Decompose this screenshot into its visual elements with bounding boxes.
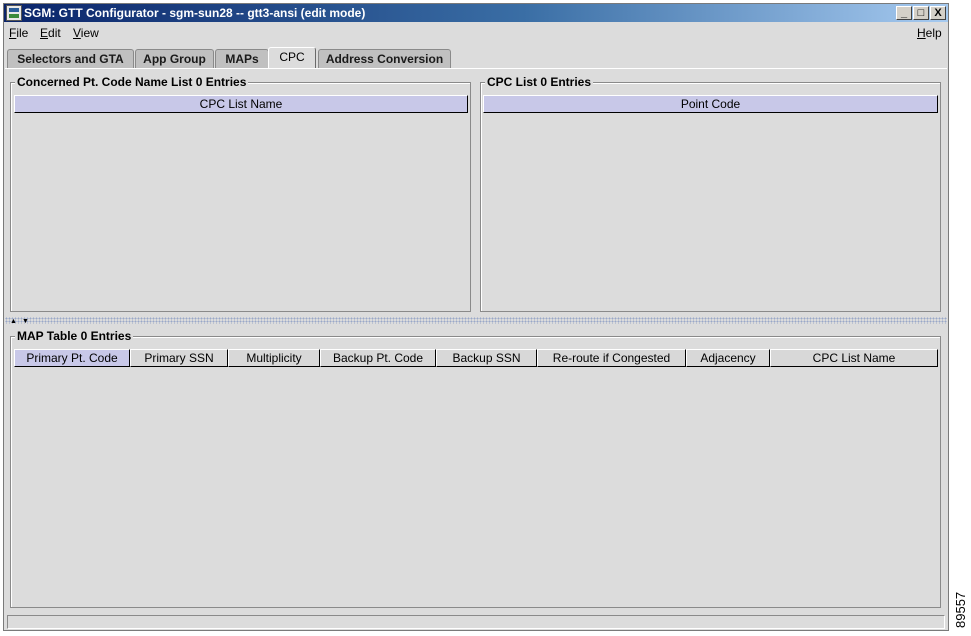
menu-file-label: ile — [16, 26, 29, 40]
tab-cpc[interactable]: CPC — [268, 47, 316, 69]
split-up-arrow-icon[interactable]: ▲ — [10, 318, 17, 325]
tab-maps[interactable]: MAPs — [215, 49, 269, 68]
tab-selectors-and-gta[interactable]: Selectors and GTA — [7, 49, 134, 68]
tab-address-conversion[interactable]: Address Conversion — [318, 49, 451, 68]
tab-app-group[interactable]: App Group — [135, 49, 214, 68]
menu-view-mnemonic: V — [73, 26, 81, 40]
map-table-header: Primary Pt. Code Primary SSN Multiplicit… — [14, 349, 938, 367]
menu-view-label: iew — [80, 26, 99, 40]
cpc-list-title: CPC List 0 Entries — [485, 75, 594, 89]
figure-number: 89557 — [953, 591, 968, 629]
minimize-button[interactable]: _ — [896, 6, 912, 20]
app-icon[interactable] — [6, 5, 22, 21]
split-down-arrow-icon[interactable]: ▼ — [22, 318, 29, 325]
cpc-name-list-header: CPC List Name — [14, 95, 468, 113]
window-title: SGM: GTT Configurator - sgm-sun28 -- gtt… — [24, 6, 366, 20]
column-header-cpc-list-name-map[interactable]: CPC List Name — [770, 349, 938, 367]
split-pane-divider[interactable] — [5, 317, 947, 324]
cpc-name-list-title: Concerned Pt. Code Name List 0 Entries — [15, 75, 249, 89]
cpc-list-panel: CPC List 0 Entries Point Code — [480, 75, 941, 312]
maximize-button[interactable]: □ — [913, 6, 929, 20]
gtt-configurator-window: SGM: GTT Configurator - sgm-sun28 -- gtt… — [3, 3, 949, 631]
menu-view[interactable]: View — [73, 26, 99, 40]
menu-edit[interactable]: Edit — [40, 26, 61, 40]
tab-strip: Selectors and GTA App Group MAPs CPC Add… — [4, 47, 948, 69]
column-header-backup-ssn[interactable]: Backup SSN — [436, 349, 537, 367]
status-bar — [7, 615, 945, 629]
cpc-list-header: Point Code — [483, 95, 938, 113]
column-header-backup-pt-code[interactable]: Backup Pt. Code — [320, 349, 436, 367]
map-table-panel: MAP Table 0 Entries Primary Pt. Code Pri… — [10, 329, 941, 608]
column-header-multiplicity[interactable]: Multiplicity — [228, 349, 320, 367]
column-header-cpc-list-name[interactable]: CPC List Name — [14, 95, 468, 113]
menu-help-label: elp — [925, 26, 942, 40]
cpc-tab-content: Concerned Pt. Code Name List 0 Entries C… — [5, 68, 947, 612]
menu-edit-label: dit — [48, 26, 61, 40]
column-header-primary-ssn[interactable]: Primary SSN — [130, 349, 228, 367]
title-bar[interactable]: SGM: GTT Configurator - sgm-sun28 -- gtt… — [4, 4, 948, 22]
map-table-title: MAP Table 0 Entries — [15, 329, 134, 343]
menu-edit-mnemonic: E — [40, 26, 49, 40]
menu-file[interactable]: File — [9, 26, 28, 40]
column-header-point-code[interactable]: Point Code — [483, 95, 938, 113]
column-header-adjacency[interactable]: Adjacency — [686, 349, 770, 367]
column-header-reroute-if-congested[interactable]: Re-route if Congested — [537, 349, 686, 367]
menu-help-mnemonic: H — [917, 26, 926, 40]
menu-bar: File Edit View Help — [4, 24, 948, 44]
close-button[interactable]: X — [930, 6, 946, 20]
menu-help[interactable]: Help — [917, 26, 942, 40]
column-header-primary-pt-code[interactable]: Primary Pt. Code — [14, 349, 130, 367]
cpc-name-list-panel: Concerned Pt. Code Name List 0 Entries C… — [10, 75, 471, 312]
